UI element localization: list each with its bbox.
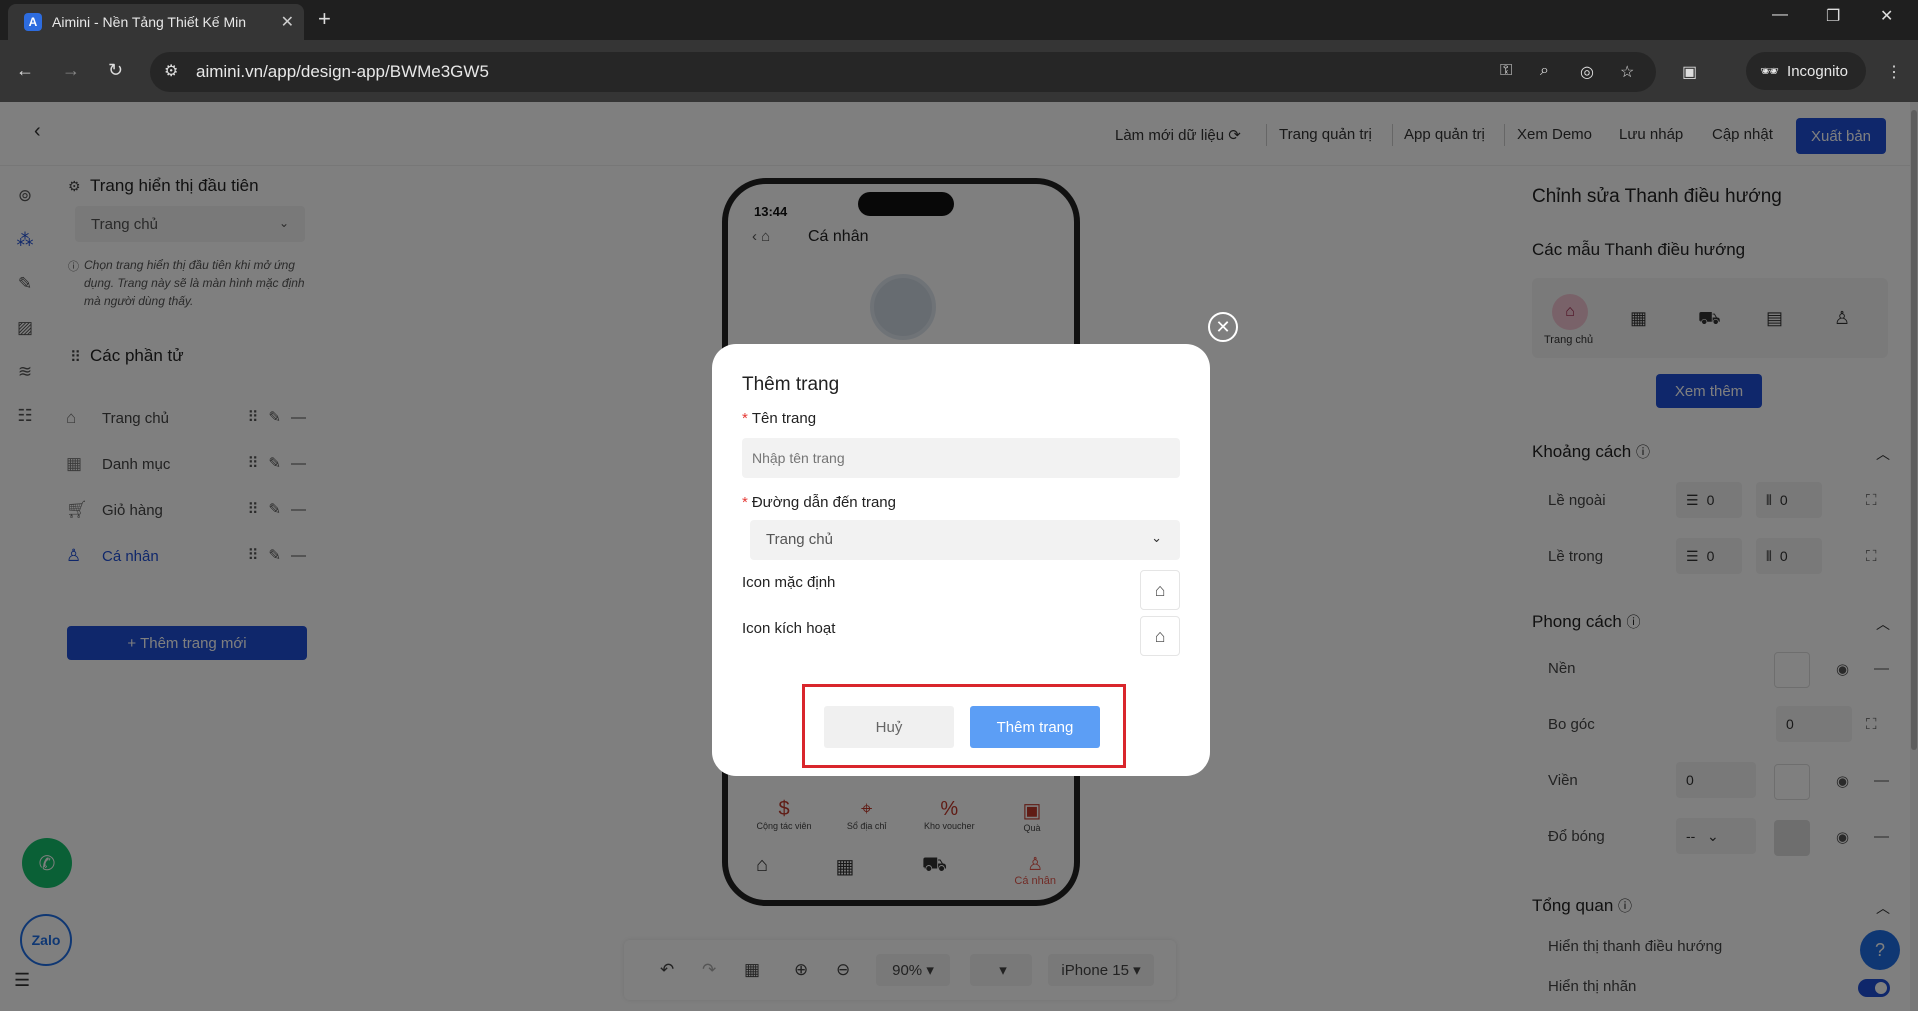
- required-mark: *: [742, 494, 748, 511]
- key-icon[interactable]: ⚿: [1500, 62, 1512, 80]
- modal-title: Thêm trang: [742, 374, 840, 395]
- favicon: A: [24, 13, 42, 31]
- active-icon-label: Icon kích hoạt: [742, 620, 836, 637]
- default-icon-picker[interactable]: ⌂: [1140, 570, 1180, 610]
- close-tab-icon[interactable]: ✕: [281, 12, 294, 32]
- default-icon-label: Icon mặc định: [742, 574, 836, 591]
- home-icon: ⌂: [1154, 579, 1166, 600]
- home-icon: ⌂: [1154, 625, 1166, 646]
- cancel-button[interactable]: Huỷ: [824, 706, 954, 748]
- close-window-icon[interactable]: ✕: [1880, 6, 1893, 26]
- cast-icon[interactable]: ▣: [1682, 62, 1697, 82]
- page-path-select[interactable]: Trang chủ ⌄: [750, 520, 1180, 560]
- menu-kebab-icon[interactable]: ⋮: [1886, 62, 1902, 82]
- chevron-down-icon: ⌄: [1151, 530, 1162, 545]
- required-mark: *: [742, 410, 748, 427]
- incognito-badge[interactable]: 🕶 Incognito: [1746, 52, 1866, 90]
- incognito-icon: 🕶: [1760, 63, 1780, 80]
- active-icon-picker[interactable]: ⌂: [1140, 616, 1180, 656]
- browser-tab-bar: A Aimini - Nền Tảng Thiết Kế Min ✕ + — ❐…: [0, 0, 1918, 40]
- page-path-label: * Đường dẫn đến trang: [742, 494, 896, 511]
- new-tab-icon[interactable]: +: [318, 6, 331, 32]
- incognito-label: Incognito: [1787, 62, 1848, 80]
- page-path-value: Trang chủ: [766, 531, 833, 548]
- site-settings-icon[interactable]: ⚙: [164, 61, 178, 81]
- url-text: aimini.vn/app/design-app/BWMe3GW5: [196, 62, 489, 81]
- page-path-label-text: Đường dẫn đến trang: [751, 494, 896, 511]
- page-name-label-text: Tên trang: [751, 410, 817, 427]
- close-icon[interactable]: ✕: [1208, 312, 1238, 342]
- back-icon[interactable]: ←: [16, 60, 34, 81]
- star-icon[interactable]: ☆: [1620, 62, 1634, 82]
- minimize-icon[interactable]: —: [1772, 6, 1788, 24]
- page-name-input[interactable]: [742, 438, 1180, 478]
- browser-tab[interactable]: A Aimini - Nền Tảng Thiết Kế Min ✕: [8, 4, 304, 40]
- url-field[interactable]: ⚙ aimini.vn/app/design-app/BWMe3GW5: [150, 52, 1656, 92]
- zoom-icon[interactable]: ⌕: [1540, 62, 1549, 80]
- add-page-submit-button[interactable]: Thêm trang: [970, 706, 1100, 748]
- address-bar-row: ← → ↻ ⚙ aimini.vn/app/design-app/BWMe3GW…: [0, 40, 1918, 102]
- eye-off-icon[interactable]: ◎: [1580, 62, 1594, 82]
- forward-icon[interactable]: →: [62, 60, 80, 81]
- page-name-label: * Tên trang: [742, 410, 816, 427]
- reload-icon[interactable]: ↻: [108, 60, 123, 81]
- add-page-modal: Thêm trang *Tên trang *Đường dẫn đến tra…: [712, 344, 1210, 776]
- tab-title: Aimini - Nền Tảng Thiết Kế Min: [52, 14, 247, 30]
- restore-icon[interactable]: ❐: [1826, 6, 1840, 26]
